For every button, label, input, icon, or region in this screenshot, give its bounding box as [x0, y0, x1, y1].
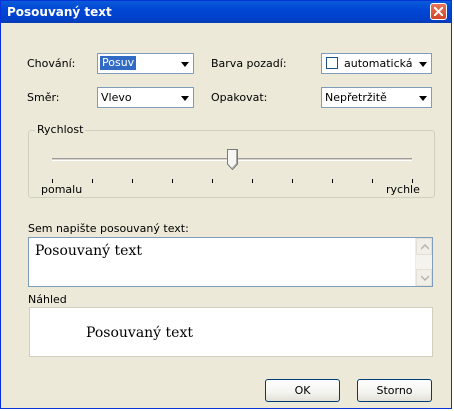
background-color-select[interactable]: automatická	[321, 53, 432, 74]
speed-tick	[292, 179, 293, 183]
speed-group-label: Rychlost	[35, 123, 86, 136]
speed-tick	[252, 179, 253, 183]
preview-text: Posouvaný text	[86, 325, 193, 341]
title-bar[interactable]: Posouvaný text	[1, 1, 451, 23]
speed-tick	[412, 179, 413, 183]
preview-label: Náhled	[28, 293, 67, 306]
direction-label: Směr:	[27, 91, 60, 104]
speed-min-label: pomalu	[41, 183, 83, 196]
speed-tick	[332, 179, 333, 183]
scroll-down-button[interactable]	[416, 269, 432, 286]
text-entry-label: Sem napište posouvaný text:	[28, 222, 189, 235]
dialog-title: Posouvaný text	[7, 5, 112, 19]
background-color-swatch	[326, 57, 338, 69]
scroll-text-value: Posouvaný text	[35, 243, 142, 259]
scroll-text-input[interactable]: Posouvaný text	[28, 237, 433, 287]
speed-max-label: rychle	[386, 183, 420, 196]
chevron-up-icon	[421, 244, 429, 250]
speed-slider-thumb[interactable]	[227, 149, 238, 171]
speed-tick	[92, 179, 93, 183]
chevron-down-icon[interactable]	[177, 89, 192, 106]
behavior-value: Posuv	[100, 56, 137, 70]
repeat-label: Opakovat:	[211, 91, 268, 104]
speed-tick	[132, 179, 133, 183]
chevron-down-icon[interactable]	[177, 55, 192, 72]
direction-value: Vlevo	[101, 91, 132, 104]
text-scrollbar[interactable]	[415, 238, 432, 286]
speed-tick	[52, 179, 53, 183]
behavior-label: Chování:	[27, 57, 76, 70]
close-button[interactable]	[430, 3, 447, 20]
dialog-window: Posouvaný text Chování: Posuv Barva poza…	[0, 0, 452, 409]
chevron-down-icon	[421, 275, 429, 281]
speed-tick	[372, 179, 373, 183]
background-label: Barva pozadí:	[211, 57, 287, 70]
preview-box: Posouvaný text	[29, 307, 433, 357]
behavior-select[interactable]: Posuv	[97, 53, 194, 74]
scroll-up-button[interactable]	[416, 238, 432, 255]
close-icon	[434, 7, 443, 16]
chevron-down-icon[interactable]	[415, 55, 430, 72]
cancel-button[interactable]: Storno	[357, 379, 432, 402]
speed-tick	[172, 179, 173, 183]
repeat-select[interactable]: Nepřetržitě	[321, 87, 432, 108]
direction-select[interactable]: Vlevo	[97, 87, 194, 108]
repeat-value: Nepřetržitě	[325, 91, 387, 104]
background-value: automatická	[344, 57, 413, 70]
ok-button[interactable]: OK	[265, 379, 340, 402]
chevron-down-icon[interactable]	[415, 89, 430, 106]
speed-tick	[212, 179, 213, 183]
